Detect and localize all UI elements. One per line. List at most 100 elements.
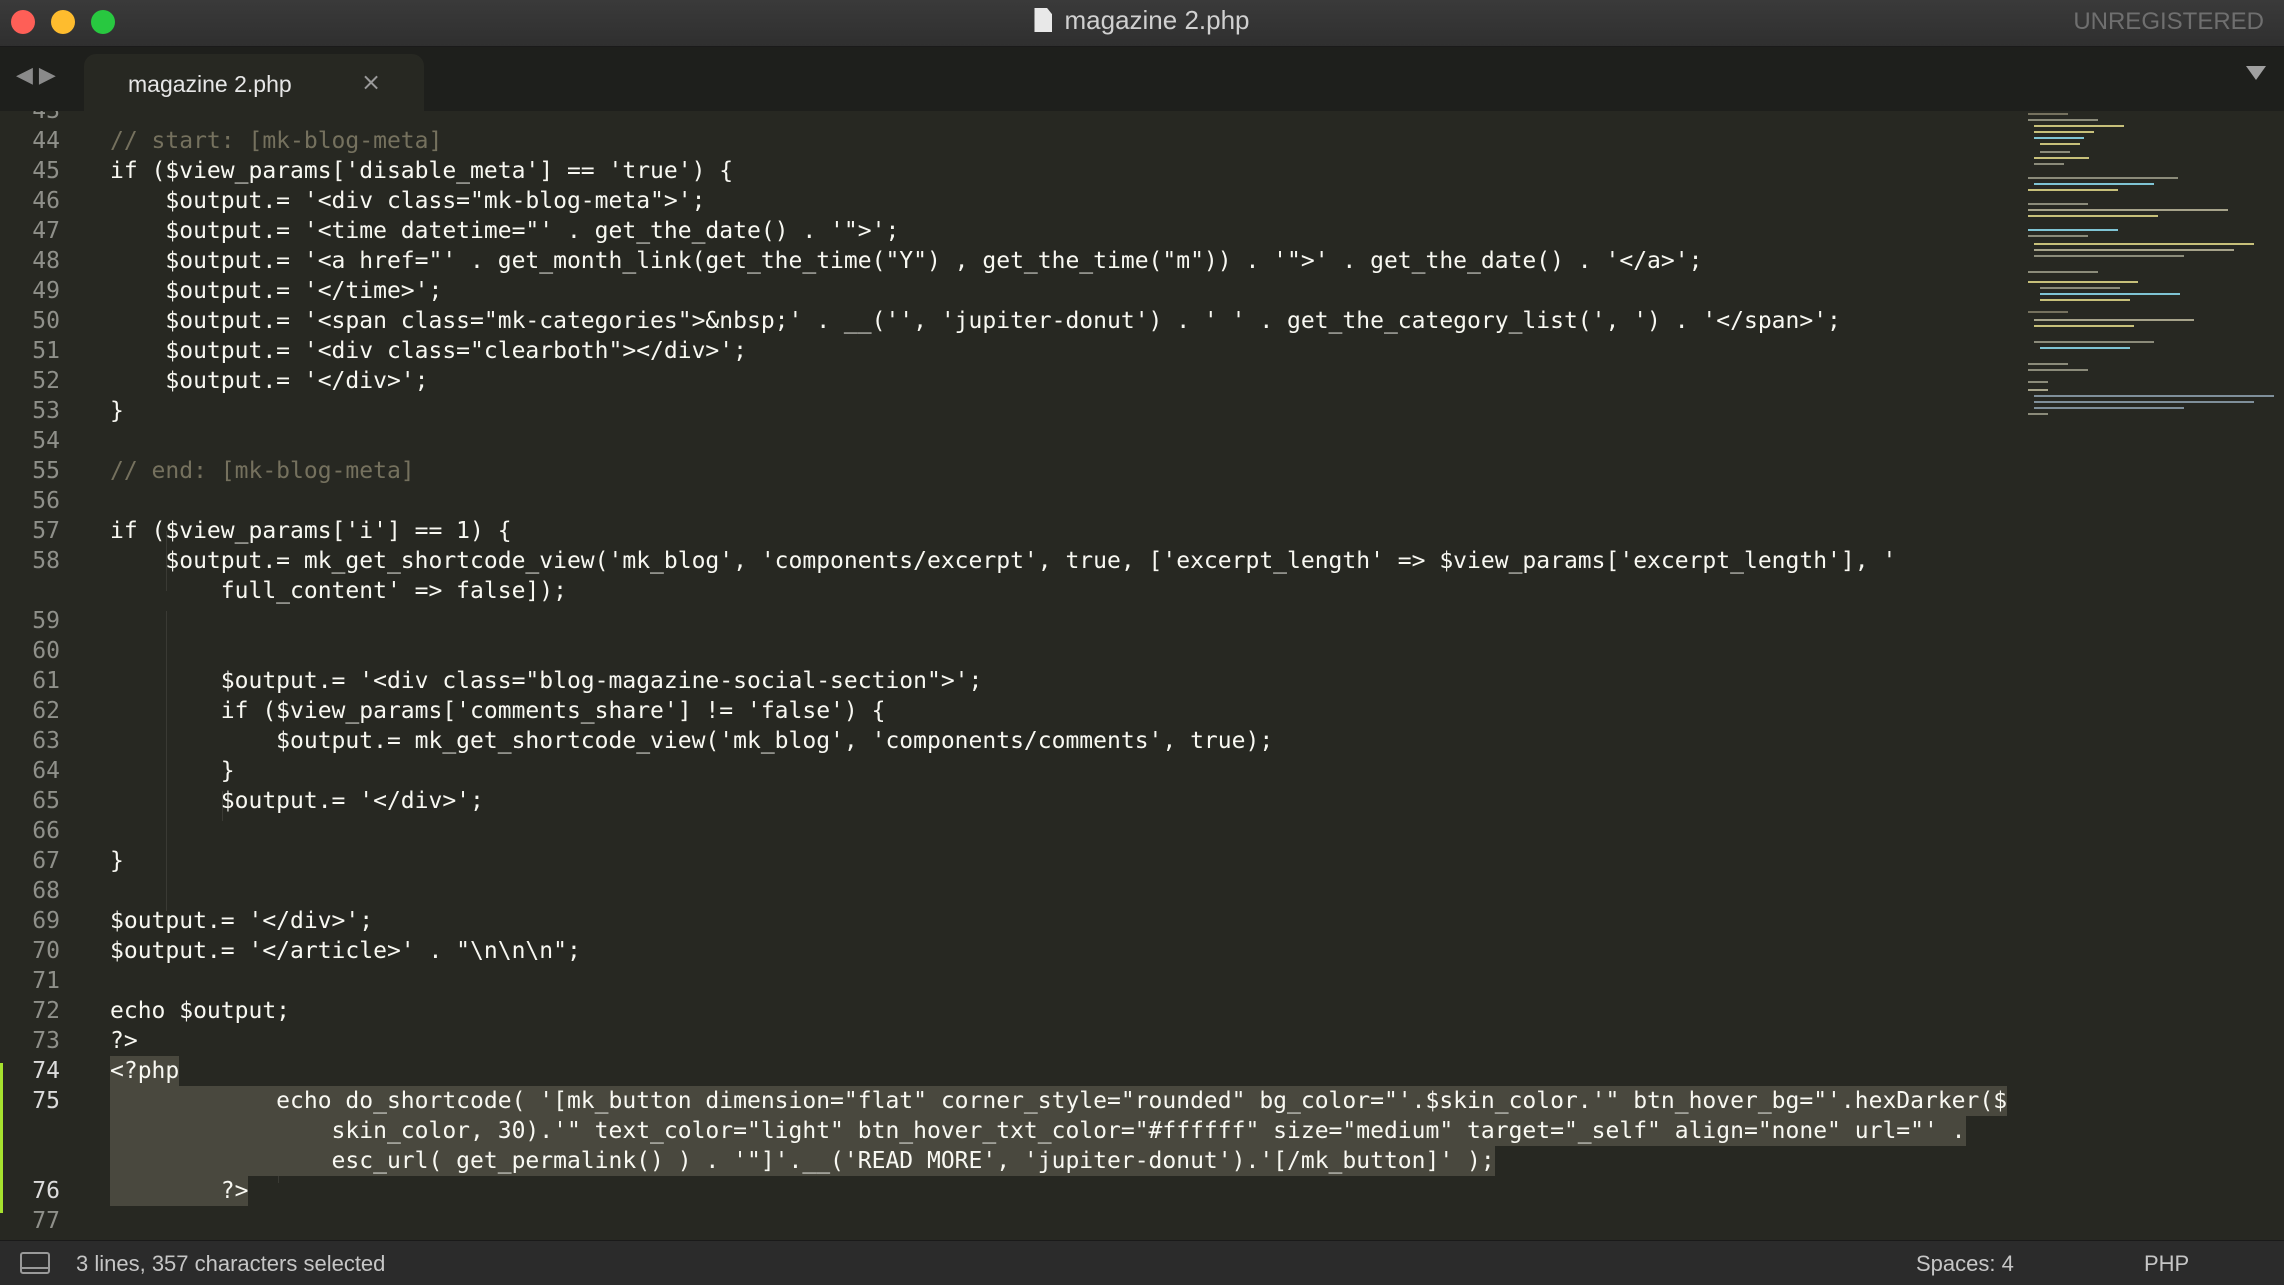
line-number: 71 — [32, 968, 60, 994]
minimap-line — [2028, 203, 2088, 205]
syntax-selector[interactable]: PHP — [2144, 1251, 2189, 1277]
code-line: 63 $output.= mk_get_shortcode_view('mk_b… — [0, 726, 2010, 756]
line-number: 50 — [32, 308, 60, 334]
line-number: 59 — [32, 608, 60, 634]
window-title-area: magazine 2.php — [0, 5, 2284, 36]
minimap-line — [2028, 215, 2158, 217]
line-number: 77 — [32, 1208, 60, 1234]
code-line: 62 if ($view_params['comments_share'] !=… — [0, 696, 2010, 726]
code-text: $output.= '</div>'; — [110, 908, 374, 934]
code-text: $output.= mk_get_shortcode_view('mk_blog… — [110, 548, 1897, 574]
tab-magazine-2-php[interactable]: magazine 2.php × — [84, 54, 424, 111]
code-line: 70 $output.= '</article>' . "\n\n\n"; — [0, 936, 2010, 966]
code-text: $output.= '<span class="mk-categories">&… — [110, 308, 1841, 334]
code-text: $output.= '<div class="mk-blog-meta">'; — [110, 188, 706, 214]
minimap-line — [2040, 151, 2070, 153]
line-number: 60 — [32, 638, 60, 664]
minimap-line — [2028, 209, 2228, 211]
selection-status: 3 lines, 357 characters selected — [76, 1251, 386, 1276]
code-line: 56 — [0, 486, 2010, 516]
panel-toggle-icon[interactable] — [20, 1252, 50, 1274]
minimap-line — [2028, 381, 2048, 383]
minimap-line — [2028, 113, 2068, 115]
line-number: 67 — [32, 848, 60, 874]
line-number: 47 — [32, 218, 60, 244]
code-line-selected: 74 <?php — [0, 1056, 2010, 1086]
line-number: 57 — [32, 518, 60, 544]
code-line: 48 $output.= '<a href="' . get_month_lin… — [0, 246, 2010, 276]
code-editor[interactable]: 43 44 // start: [mk-blog-meta] 45 if ($vie… — [0, 111, 2284, 1240]
code-text: $output.= '<div class="clearboth"></div>… — [110, 338, 747, 364]
minimap[interactable] — [2028, 111, 2284, 451]
line-number: 61 — [32, 668, 60, 694]
minimap-line — [2040, 143, 2080, 145]
line-number: 43 — [32, 111, 60, 124]
tab-navigation-arrows-icon[interactable]: ◀▶ — [16, 63, 62, 88]
code-line: 53} — [0, 396, 2010, 426]
tab-label: magazine 2.php — [128, 71, 292, 97]
code-line: 60 — [0, 636, 2010, 666]
line-number: 69 — [32, 908, 60, 934]
code-line-selected: 76 ?> — [0, 1176, 2010, 1206]
minimap-line — [2028, 189, 2118, 191]
code-text: ?> — [110, 1176, 249, 1206]
minimap-line — [2028, 369, 2088, 371]
minimap-line — [2028, 281, 2138, 283]
code-line: 61 $output.= '<div class="blog-magazine-… — [0, 666, 2010, 696]
minimap-line — [2028, 119, 2098, 121]
minimap-line — [2034, 395, 2274, 397]
code-text: <?php — [110, 1056, 180, 1086]
code-line: 59 — [0, 606, 2010, 636]
minimap-line — [2034, 325, 2134, 327]
line-number: 53 — [32, 398, 60, 424]
minimap-line — [2028, 271, 2098, 273]
code-line: 58 $output.= mk_get_shortcode_view('mk_b… — [0, 546, 2010, 576]
license-status: UNREGISTERED — [2073, 8, 2264, 35]
code-line: 67} — [0, 846, 2010, 876]
line-number: 74 — [32, 1058, 60, 1084]
minimap-line — [2034, 125, 2124, 127]
code-text: echo $output; — [110, 998, 291, 1024]
minimap-line — [2034, 131, 2094, 133]
code-line: 73 ?> — [0, 1026, 2010, 1056]
code-text: skin_color, 30).'" text_color="light" bt… — [110, 1116, 1966, 1146]
tab-bar: ◀▶ magazine 2.php × — [0, 47, 2284, 111]
minimap-line — [2028, 229, 2118, 231]
minimap-line — [2028, 311, 2068, 313]
minimap-line — [2040, 287, 2120, 289]
indentation-setting[interactable]: Spaces: 4 — [1916, 1251, 2014, 1277]
line-number: 68 — [32, 878, 60, 904]
code-line: 57 if ($view_params['i'] == 1) { — [0, 516, 2010, 546]
tab-dropdown-icon[interactable] — [2246, 66, 2266, 80]
line-number: 52 — [32, 368, 60, 394]
code-text: full_content' => false]); — [110, 578, 567, 604]
tab-close-icon[interactable]: × — [361, 68, 381, 96]
line-number: 70 — [32, 938, 60, 964]
minimap-line — [2040, 299, 2130, 301]
line-number: 66 — [32, 818, 60, 844]
code-text: esc_url( get_permalink() ) . '"]'.__('RE… — [110, 1146, 1495, 1176]
code-line-selected: skin_color, 30).'" text_color="light" bt… — [0, 1116, 2010, 1146]
code-text: $output.= '</article>' . "\n\n\n"; — [110, 938, 581, 964]
minimap-line — [2034, 341, 2154, 343]
minimap-line — [2034, 249, 2234, 251]
code-line: 64 } — [0, 756, 2010, 786]
code-text: $output.= '</div>'; — [110, 368, 429, 394]
line-number: 55 — [32, 458, 60, 484]
minimap-line — [2040, 347, 2130, 349]
code-line: 72 echo $output; — [0, 996, 2010, 1026]
code-text: } — [110, 848, 124, 874]
code-line: 45 if ($view_params['disable_meta'] == 't… — [0, 156, 2010, 186]
code-text: if ($view_params['i'] == 1) { — [110, 518, 512, 544]
code-text: } — [110, 758, 235, 784]
line-number: 48 — [32, 248, 60, 274]
minimap-line — [2028, 389, 2048, 391]
code-line: 55 // end: [mk-blog-meta] — [0, 456, 2010, 486]
minimap-line — [2034, 157, 2089, 159]
code-line: 69 $output.= '</div>'; — [0, 906, 2010, 936]
code-text: $output.= '</div>'; — [110, 788, 484, 814]
code-line: 46 $output.= '<div class="mk-blog-meta">… — [0, 186, 2010, 216]
code-line-selected: 75 echo do_shortcode( '[mk_button dimens… — [0, 1086, 2010, 1116]
line-number: 62 — [32, 698, 60, 724]
file-icon — [1034, 8, 1053, 32]
